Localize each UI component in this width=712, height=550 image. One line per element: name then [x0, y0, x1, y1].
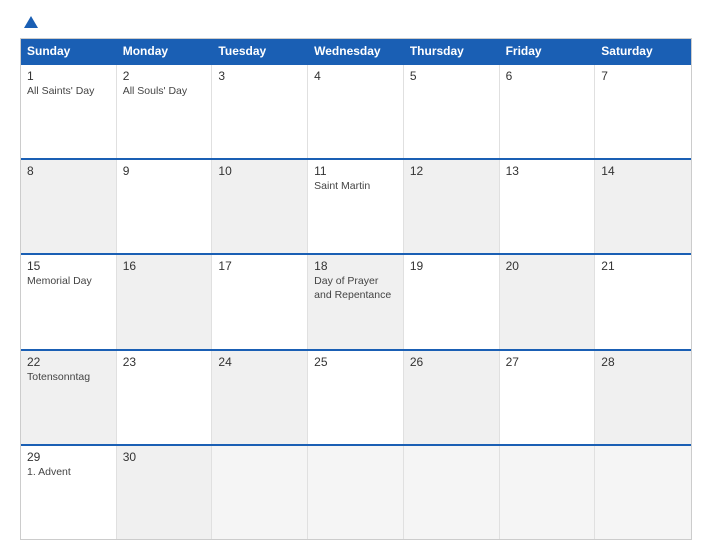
- calendar-cell: 20: [500, 255, 596, 348]
- weekday-header: Thursday: [404, 39, 500, 63]
- calendar-cell: 7: [595, 65, 691, 158]
- day-number: 11: [314, 164, 397, 178]
- calendar-cell: 1 All Saints' Day: [21, 65, 117, 158]
- day-number: 24: [218, 355, 301, 369]
- calendar-cell: 17: [212, 255, 308, 348]
- calendar-cell: 2 All Souls' Day: [117, 65, 213, 158]
- calendar-cell: 19: [404, 255, 500, 348]
- calendar-cell: 10: [212, 160, 308, 253]
- day-number: 19: [410, 259, 493, 273]
- holiday-label: Totensonntag: [27, 371, 110, 385]
- calendar-row: 1 All Saints' Day 2 All Souls' Day 34567: [21, 63, 691, 158]
- holiday-label: Saint Martin: [314, 180, 397, 194]
- calendar-cell: 3: [212, 65, 308, 158]
- holiday-label: 1. Advent: [27, 466, 110, 480]
- calendar-cell: 4: [308, 65, 404, 158]
- calendar-cell: [404, 446, 500, 539]
- calendar-cell: [500, 446, 596, 539]
- calendar-cell: 24: [212, 351, 308, 444]
- calendar-row: 29 1. Advent 30: [21, 444, 691, 539]
- calendar-cell: [308, 446, 404, 539]
- day-number: 1: [27, 69, 110, 83]
- calendar-cell: 26: [404, 351, 500, 444]
- calendar-header: SundayMondayTuesdayWednesdayThursdayFrid…: [21, 39, 691, 63]
- day-number: 16: [123, 259, 206, 273]
- day-number: 26: [410, 355, 493, 369]
- day-number: 18: [314, 259, 397, 273]
- calendar-page: SundayMondayTuesdayWednesdayThursdayFrid…: [0, 0, 712, 550]
- day-number: 22: [27, 355, 110, 369]
- calendar-cell: 15 Memorial Day: [21, 255, 117, 348]
- holiday-label: Memorial Day: [27, 275, 110, 289]
- calendar-cell: [212, 446, 308, 539]
- day-number: 30: [123, 450, 206, 464]
- calendar-cell: 21: [595, 255, 691, 348]
- day-number: 8: [27, 164, 110, 178]
- calendar-row: 89 10 11 Saint Martin 12 13 14: [21, 158, 691, 253]
- calendar-cell: [595, 446, 691, 539]
- day-number: 14: [601, 164, 685, 178]
- calendar-cell: 16: [117, 255, 213, 348]
- calendar-row: 22 Totensonntag 23 24 25 26 27 28: [21, 349, 691, 444]
- logo: [20, 16, 38, 28]
- day-number: 10: [218, 164, 301, 178]
- calendar-cell: 29 1. Advent: [21, 446, 117, 539]
- logo-triangle-icon: [24, 16, 38, 28]
- day-number: 28: [601, 355, 685, 369]
- day-number: 5: [410, 69, 493, 83]
- calendar-cell: 23: [117, 351, 213, 444]
- day-number: 4: [314, 69, 397, 83]
- calendar-cell: 8: [21, 160, 117, 253]
- day-number: 12: [410, 164, 493, 178]
- day-number: 25: [314, 355, 397, 369]
- calendar-cell: 18 Day of Prayer and Repentance: [308, 255, 404, 348]
- calendar-cell: 12: [404, 160, 500, 253]
- day-number: 7: [601, 69, 685, 83]
- weekday-header: Tuesday: [212, 39, 308, 63]
- day-number: 15: [27, 259, 110, 273]
- day-number: 23: [123, 355, 206, 369]
- calendar-cell: 25: [308, 351, 404, 444]
- weekday-header: Sunday: [21, 39, 117, 63]
- calendar-cell: 5: [404, 65, 500, 158]
- day-number: 13: [506, 164, 589, 178]
- day-number: 29: [27, 450, 110, 464]
- day-number: 20: [506, 259, 589, 273]
- weekday-header: Wednesday: [308, 39, 404, 63]
- holiday-label: All Souls' Day: [123, 85, 206, 99]
- calendar-cell: 27: [500, 351, 596, 444]
- day-number: 9: [123, 164, 206, 178]
- holiday-label: All Saints' Day: [27, 85, 110, 99]
- calendar-row: 15 Memorial Day 16 17 18 Day of Prayer and Re…: [21, 253, 691, 348]
- day-number: 3: [218, 69, 301, 83]
- logo-blue-text: [20, 16, 38, 28]
- calendar-cell: 13: [500, 160, 596, 253]
- calendar-grid: SundayMondayTuesdayWednesdayThursdayFrid…: [20, 38, 692, 540]
- calendar-cell: 11 Saint Martin: [308, 160, 404, 253]
- weekday-header: Monday: [117, 39, 213, 63]
- day-number: 2: [123, 69, 206, 83]
- day-number: 27: [506, 355, 589, 369]
- calendar-body: 1 All Saints' Day 2 All Souls' Day 34567 89 10…: [21, 63, 691, 539]
- weekday-header: Saturday: [595, 39, 691, 63]
- weekday-header: Friday: [500, 39, 596, 63]
- day-number: 6: [506, 69, 589, 83]
- calendar-cell: 9: [117, 160, 213, 253]
- calendar-cell: 6: [500, 65, 596, 158]
- day-number: 17: [218, 259, 301, 273]
- header: [20, 16, 692, 28]
- calendar-cell: 22 Totensonntag: [21, 351, 117, 444]
- calendar-cell: 14: [595, 160, 691, 253]
- holiday-label: Day of Prayer and Repentance: [314, 275, 397, 302]
- calendar-cell: 30: [117, 446, 213, 539]
- calendar-cell: 28: [595, 351, 691, 444]
- day-number: 21: [601, 259, 685, 273]
